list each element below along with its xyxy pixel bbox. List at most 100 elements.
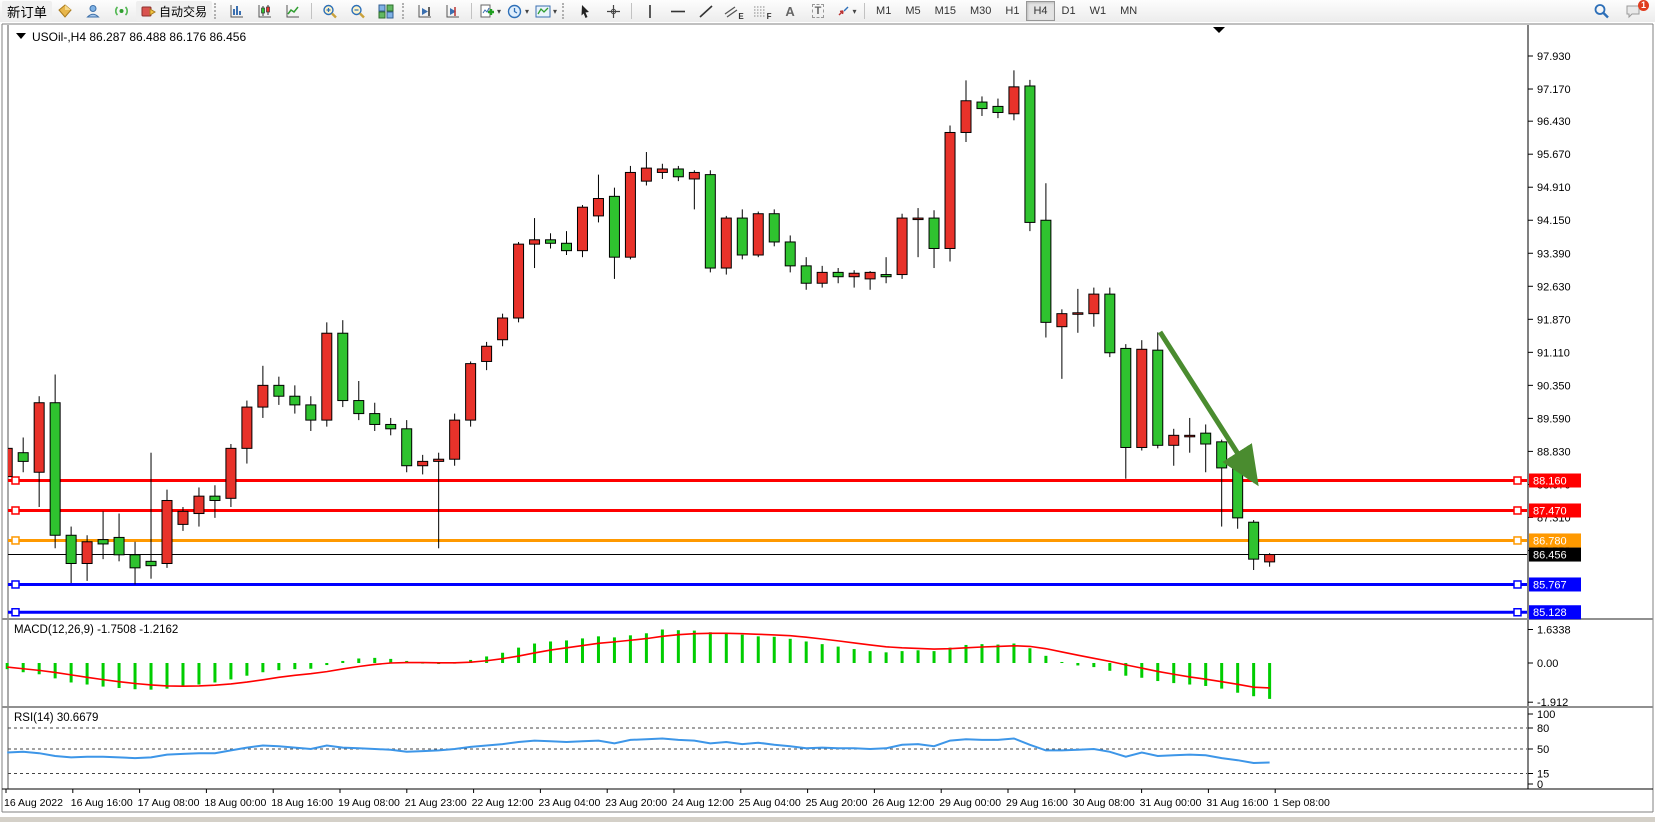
svg-text:26 Aug 12:00: 26 Aug 12:00 [872, 797, 934, 809]
community-icon[interactable] [80, 0, 108, 22]
svg-text:94.150: 94.150 [1537, 215, 1571, 227]
svg-text:18 Aug 00:00: 18 Aug 00:00 [204, 797, 266, 809]
svg-text:97.930: 97.930 [1537, 51, 1571, 63]
svg-text:86.456: 86.456 [1533, 550, 1567, 562]
trendline-icon[interactable] [692, 0, 720, 22]
fibonacci-icon[interactable]: F [748, 0, 776, 22]
notification-badge: 1 [1638, 0, 1649, 11]
templates-icon[interactable]: ▾ [532, 0, 560, 22]
notifications-icon[interactable]: 1 [1619, 0, 1647, 22]
search-icon[interactable] [1587, 0, 1615, 22]
tab-timeframe-m30[interactable]: M30 [963, 1, 998, 21]
chart-shift-icon[interactable] [439, 0, 467, 22]
periods-icon[interactable]: ▾ [504, 0, 532, 22]
toolbar-grip [402, 3, 409, 19]
chart-canvas[interactable]: 97.930 97.170 96.430 95.670 94.910 94.150 93.3… [0, 22, 1655, 817]
svg-text:22 Aug 12:00: 22 Aug 12:00 [472, 797, 534, 809]
svg-text:0.00: 0.00 [1537, 658, 1558, 670]
svg-text:50: 50 [1537, 744, 1549, 756]
new-chart-icon[interactable]: ▾ [476, 0, 504, 22]
svg-text:92.630: 92.630 [1537, 281, 1571, 293]
svg-text:93.390: 93.390 [1537, 248, 1571, 260]
new-order-label: 新订单 [7, 2, 47, 21]
dropdown-arrow-icon: ▾ [497, 7, 501, 16]
svg-text:89.590: 89.590 [1537, 413, 1571, 425]
svg-text:85.128: 85.128 [1533, 607, 1567, 619]
svg-text:16 Aug 2022: 16 Aug 2022 [4, 797, 63, 809]
svg-text:29 Aug 00:00: 29 Aug 00:00 [939, 797, 1001, 809]
line-chart-icon[interactable] [279, 0, 307, 22]
svg-text:30 Aug 08:00: 30 Aug 08:00 [1073, 797, 1135, 809]
text-label-icon[interactable]: T [804, 0, 832, 22]
svg-text:86.780: 86.780 [1533, 535, 1567, 547]
horizontal-line-icon[interactable] [664, 0, 692, 22]
tab-timeframe-mn[interactable]: MN [1113, 1, 1144, 21]
svg-text:97.170: 97.170 [1537, 84, 1571, 96]
channel-glyph: E [738, 12, 743, 21]
tile-windows-icon[interactable] [372, 0, 400, 22]
svg-text:25 Aug 20:00: 25 Aug 20:00 [806, 797, 868, 809]
vertical-line-icon[interactable] [636, 0, 664, 22]
equidistant-channel-icon[interactable]: E [720, 0, 748, 22]
fibonacci-glyph: F [767, 12, 772, 21]
svg-text:23 Aug 20:00: 23 Aug 20:00 [605, 797, 667, 809]
toolbar-grip [562, 3, 569, 19]
svg-text:25 Aug 04:00: 25 Aug 04:00 [739, 797, 801, 809]
tab-timeframe-m1[interactable]: M1 [869, 1, 898, 21]
svg-text:31 Aug 00:00: 31 Aug 00:00 [1140, 797, 1202, 809]
mt4-window: { "toolbar": { "new_order": "新订单", "auto… [0, 0, 1655, 817]
svg-text:18 Aug 16:00: 18 Aug 16:00 [271, 797, 333, 809]
cursor-icon[interactable] [571, 0, 599, 22]
svg-text:21 Aug 23:00: 21 Aug 23:00 [405, 797, 467, 809]
svg-text:91.870: 91.870 [1537, 314, 1571, 326]
svg-text:MACD(12,26,9) -1.7508 -1.2162: MACD(12,26,9) -1.7508 -1.2162 [14, 624, 178, 636]
market-icon[interactable] [52, 0, 80, 22]
svg-text:19 Aug 08:00: 19 Aug 08:00 [338, 797, 400, 809]
dropdown-arrow-icon: ▾ [525, 7, 529, 16]
svg-text:95.670: 95.670 [1537, 149, 1571, 161]
tab-timeframe-h4[interactable]: H4 [1026, 1, 1054, 21]
autotrade-button[interactable]: 自动交易 [136, 1, 212, 21]
svg-text:96.430: 96.430 [1537, 116, 1571, 128]
svg-text:90.350: 90.350 [1537, 380, 1571, 392]
svg-text:0: 0 [1537, 779, 1543, 791]
svg-text:94.910: 94.910 [1537, 182, 1571, 194]
crosshair-icon[interactable] [599, 0, 627, 22]
tab-timeframe-d1[interactable]: D1 [1055, 1, 1083, 21]
auto-scroll-icon[interactable] [411, 0, 439, 22]
svg-text:85.767: 85.767 [1533, 579, 1567, 591]
toolbar-separator [471, 3, 472, 19]
tab-timeframe-w1[interactable]: W1 [1083, 1, 1114, 21]
new-order-button[interactable]: 新订单 [2, 1, 52, 21]
toolbar-separator [311, 3, 312, 19]
toolbar-grip [214, 3, 221, 19]
svg-text:1 Sep 08:00: 1 Sep 08:00 [1273, 797, 1330, 809]
candlestick-chart-icon[interactable] [251, 0, 279, 22]
tab-timeframe-m5[interactable]: M5 [898, 1, 927, 21]
chart-area: 97.930 97.170 96.430 95.670 94.910 94.150 93.3… [0, 22, 1655, 817]
toolbar-separator [631, 3, 632, 19]
toolbar-separator [864, 3, 865, 19]
signals-icon[interactable] [108, 0, 136, 22]
svg-text:24 Aug 12:00: 24 Aug 12:00 [672, 797, 734, 809]
svg-text:23 Aug 04:00: 23 Aug 04:00 [538, 797, 600, 809]
text-glyph: A [785, 4, 794, 19]
svg-text:17 Aug 08:00: 17 Aug 08:00 [138, 797, 200, 809]
autotrade-label: 自动交易 [159, 3, 207, 20]
svg-text:16 Aug 16:00: 16 Aug 16:00 [71, 797, 133, 809]
arrows-icon[interactable]: ▾ [832, 0, 860, 22]
text-label-glyph: T [812, 4, 825, 18]
dropdown-arrow-icon: ▾ [853, 7, 857, 16]
svg-text:29 Aug 16:00: 29 Aug 16:00 [1006, 797, 1068, 809]
svg-text:88.830: 88.830 [1537, 446, 1571, 458]
svg-text:RSI(14) 30.6679: RSI(14) 30.6679 [14, 712, 98, 724]
svg-text:1.6338: 1.6338 [1537, 625, 1571, 637]
tab-timeframe-m15[interactable]: M15 [928, 1, 963, 21]
main-toolbar: 新订单 自动交易 ▾ ▾ [0, 0, 1655, 23]
svg-text:91.110: 91.110 [1537, 347, 1570, 359]
zoom-out-icon[interactable] [344, 0, 372, 22]
zoom-in-icon[interactable] [316, 0, 344, 22]
tab-timeframe-h1[interactable]: H1 [998, 1, 1026, 21]
text-icon[interactable]: A [776, 0, 804, 22]
bar-chart-icon[interactable] [223, 0, 251, 22]
